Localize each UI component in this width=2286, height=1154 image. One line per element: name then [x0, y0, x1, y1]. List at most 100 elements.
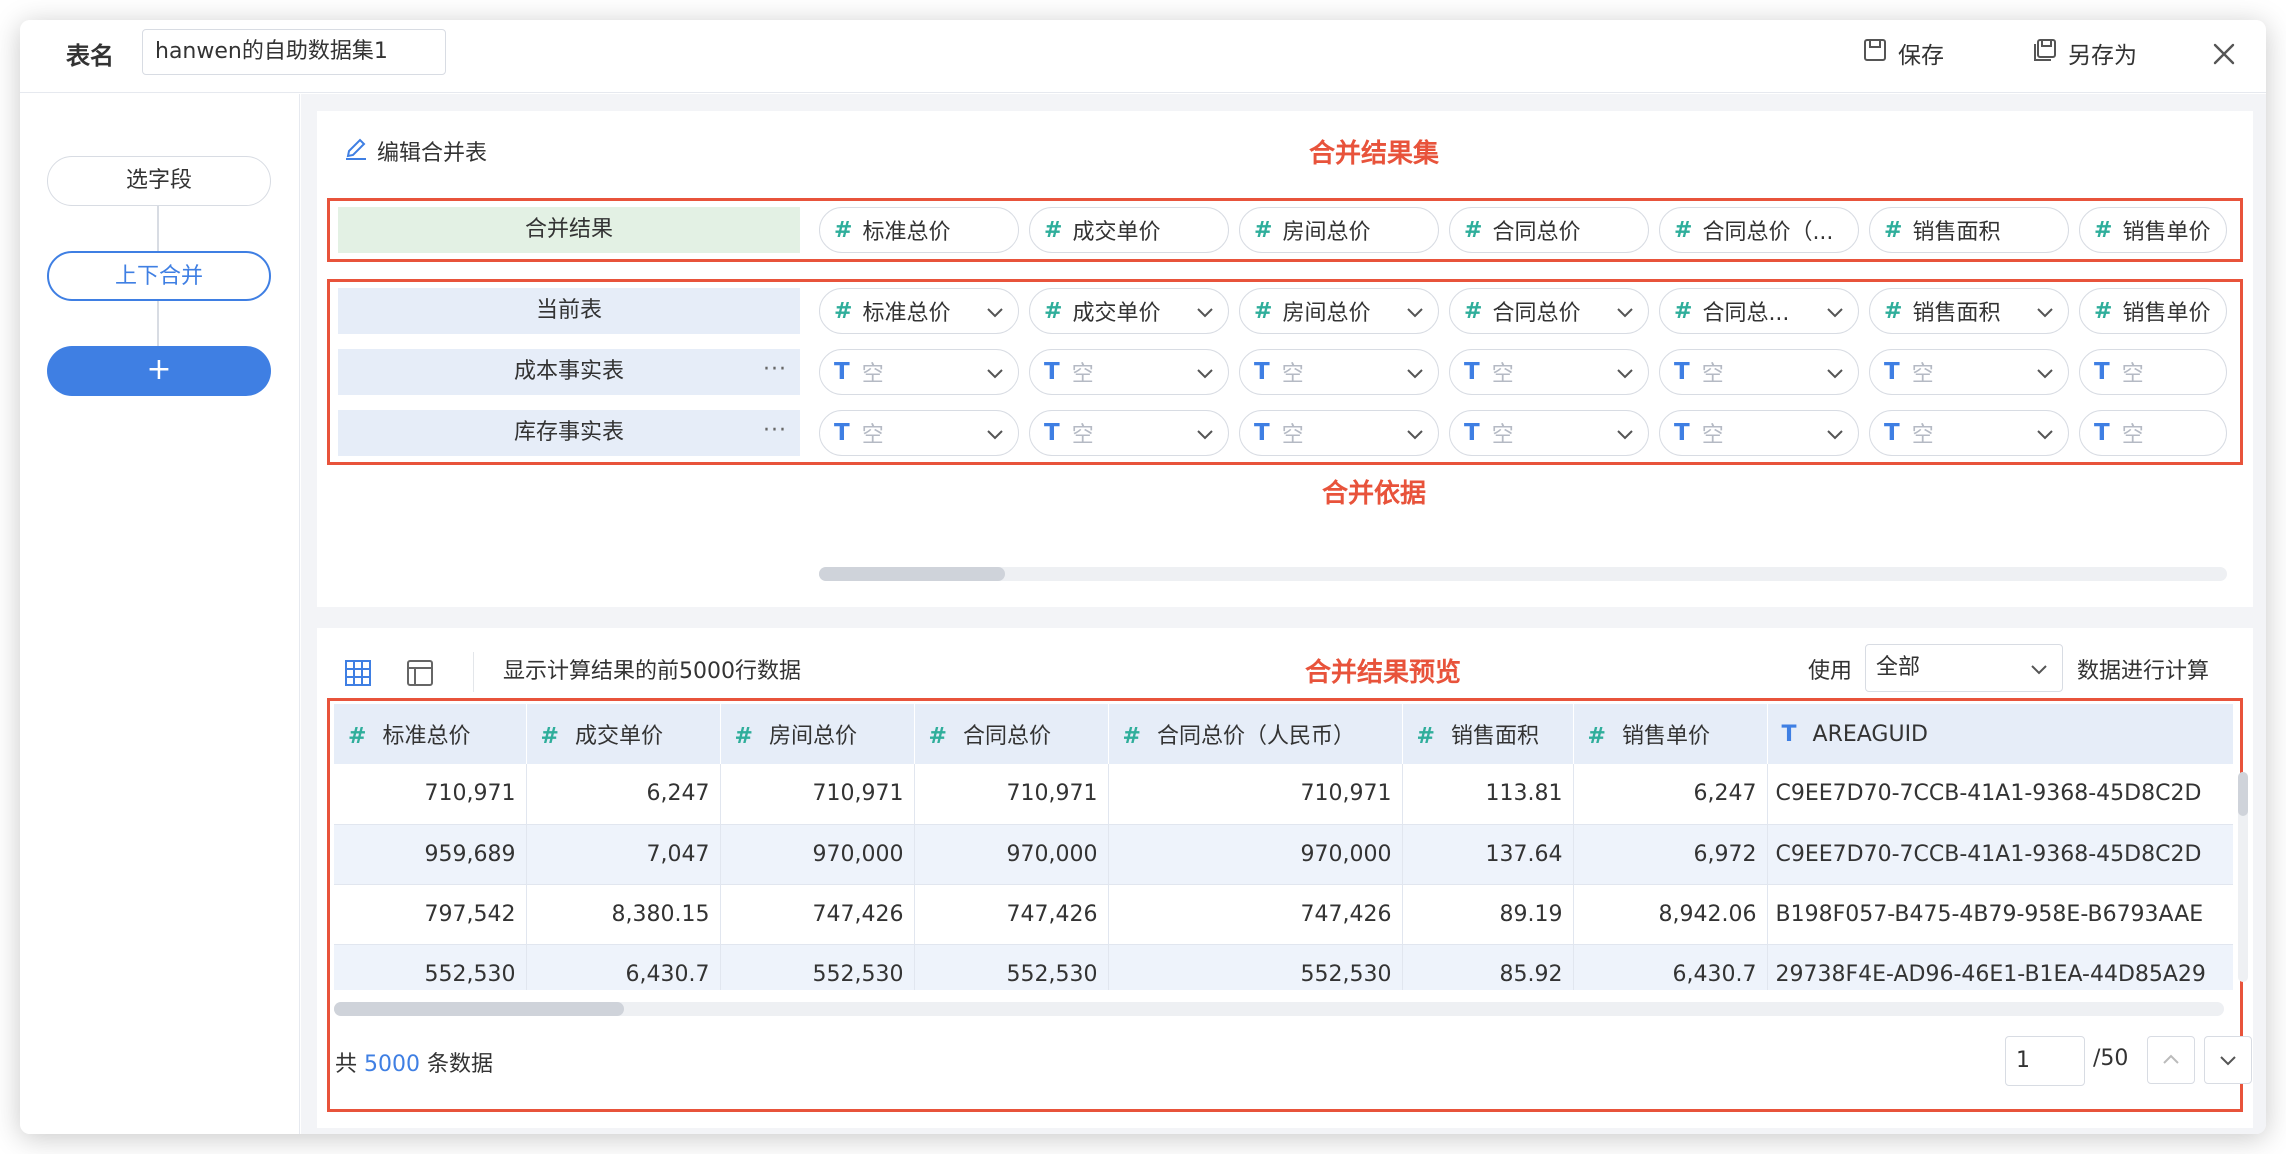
- chevron-down-icon: [1407, 308, 1423, 318]
- result-field-2[interactable]: # 房间总价: [1239, 207, 1439, 253]
- source-row-2-field-0[interactable]: T空: [819, 410, 1019, 456]
- toolbar-divider: [473, 652, 474, 692]
- source-row-1-field-5[interactable]: T空: [1869, 349, 2069, 395]
- result-field-label: 标准总价: [862, 220, 951, 245]
- chevron-down-icon: [2031, 665, 2047, 675]
- save-as-icon: [2032, 36, 2058, 76]
- column-header-label: 标准总价: [382, 724, 471, 749]
- chevron-down-icon: [1617, 308, 1633, 318]
- vertical-scrollbar-thumb[interactable]: [2238, 772, 2248, 816]
- grid-view-icon[interactable]: [343, 658, 373, 688]
- source-row-0-field-5[interactable]: # 销售面积: [1869, 288, 2069, 334]
- data-scope-value: 全部: [1876, 655, 1921, 680]
- result-field-5[interactable]: # 销售面积: [1869, 207, 2069, 253]
- column-header-label: 合同总价: [962, 724, 1051, 749]
- column-header[interactable]: # 标准总价: [334, 704, 527, 764]
- column-header[interactable]: # 合同总价（人民币）: [1108, 704, 1403, 764]
- step-union[interactable]: 上下合并: [47, 251, 271, 301]
- result-field-label: 销售面积: [1912, 220, 2001, 245]
- result-field-0[interactable]: # 标准总价: [819, 207, 1019, 253]
- table-horizontal-scrollbar-thumb[interactable]: [334, 1002, 624, 1016]
- column-header[interactable]: # 销售单价: [1573, 704, 1768, 764]
- source-row-0-field-6[interactable]: # 销售单价: [2079, 288, 2227, 334]
- horizontal-scrollbar[interactable]: [819, 567, 2227, 581]
- edit-union-table[interactable]: 编辑合并表: [343, 135, 487, 167]
- save-as-button[interactable]: 另存为: [2032, 36, 2137, 76]
- data-scope-select[interactable]: 全部: [1865, 644, 2063, 692]
- source-row-1-field-1[interactable]: T空: [1029, 349, 1229, 395]
- column-header-label: AREAGUID: [1812, 721, 1928, 747]
- number-type-icon: #: [734, 724, 753, 749]
- text-type-icon: T: [1674, 420, 1690, 446]
- result-field-4[interactable]: # 合同总价（...: [1659, 207, 1859, 253]
- source-row-1-field-4[interactable]: T空: [1659, 349, 1859, 395]
- chevron-down-icon: [1197, 308, 1213, 318]
- dialog-header: 表名 hanwen的自助数据集1 保存 另存为: [20, 20, 2266, 93]
- chevron-down-icon: [1827, 430, 1843, 440]
- source-row-2-field-2[interactable]: T空: [1239, 410, 1439, 456]
- source-row-2-field-6[interactable]: T空: [2079, 410, 2227, 456]
- text-type-icon: T: [2094, 420, 2110, 446]
- annotation-preview: 合并结果预览: [1305, 658, 1462, 688]
- source-row-0-field-2[interactable]: # 房间总价: [1239, 288, 1439, 334]
- more-options-icon[interactable]: ···: [763, 418, 787, 443]
- text-type-icon: T: [1254, 359, 1270, 385]
- text-type-icon: T: [834, 359, 850, 385]
- column-header-label: 销售面积: [1450, 724, 1539, 749]
- save-label: 保存: [1898, 43, 1944, 69]
- source-row-2-field-3[interactable]: T空: [1449, 410, 1649, 456]
- table-cell: 89.19: [1402, 884, 1574, 945]
- table-row[interactable]: 552,530 6,430.7 552,530 552,530 552,530 85.92…: [334, 944, 2233, 990]
- result-field-6[interactable]: # 销售单价: [2079, 207, 2227, 253]
- step-select-fields[interactable]: 选字段: [47, 156, 271, 206]
- source-table-label: 当前表: [338, 288, 800, 334]
- source-row-1-field-2[interactable]: T空: [1239, 349, 1439, 395]
- text-type-icon: T: [834, 420, 850, 446]
- column-header[interactable]: # 房间总价: [720, 704, 915, 764]
- save-button[interactable]: 保存: [1862, 36, 1944, 76]
- column-header[interactable]: # 合同总价: [914, 704, 1109, 764]
- table-name-input[interactable]: hanwen的自助数据集1: [142, 29, 446, 75]
- result-field-label: 成交单价: [1072, 220, 1161, 245]
- page-number-input[interactable]: 1: [2005, 1036, 2085, 1086]
- source-row-2-field-label: 空: [861, 423, 884, 448]
- table-cell: 710,971: [1108, 764, 1403, 825]
- table-row[interactable]: 959,689 7,047 970,000 970,000 970,000 137.64 6…: [334, 824, 2233, 885]
- table-cell: 137.64: [1402, 824, 1574, 885]
- result-field-3[interactable]: # 合同总价: [1449, 207, 1649, 253]
- source-row-1-field-3[interactable]: T空: [1449, 349, 1649, 395]
- column-header-label: 销售单价: [1621, 724, 1710, 749]
- source-row-2-field-label: 空: [1701, 423, 1724, 448]
- table-cell: 552,530: [720, 944, 915, 990]
- layout-view-icon[interactable]: [405, 658, 435, 688]
- source-row-2-field-1[interactable]: T空: [1029, 410, 1229, 456]
- table-cell: 959,689: [334, 824, 527, 885]
- column-header[interactable]: T AREAGUID: [1767, 704, 2233, 764]
- source-row-1-field-0[interactable]: T空: [819, 349, 1019, 395]
- text-type-icon: T: [1464, 359, 1480, 385]
- source-row-0-field-3[interactable]: # 合同总价: [1449, 288, 1649, 334]
- table-row[interactable]: 710,971 6,247 710,971 710,971 710,971 113.81 6…: [334, 764, 2233, 825]
- source-row-2-field-4[interactable]: T空: [1659, 410, 1859, 456]
- vertical-scrollbar[interactable]: [2238, 772, 2248, 982]
- number-type-icon: #: [834, 298, 853, 324]
- horizontal-scrollbar-thumb[interactable]: [819, 567, 1005, 581]
- source-row-2-field-5[interactable]: T空: [1869, 410, 2069, 456]
- table-horizontal-scrollbar[interactable]: [334, 1002, 2224, 1016]
- add-step-button[interactable]: +: [47, 346, 271, 396]
- close-button[interactable]: [2204, 36, 2244, 76]
- result-field-1[interactable]: # 成交单价: [1029, 207, 1229, 253]
- column-header[interactable]: # 成交单价: [526, 704, 721, 764]
- chevron-down-icon: [2037, 369, 2053, 379]
- union-editor-card: 编辑合并表 合并结果集 合并结果 # 标准总价 # 成交单价 # 房间总价 # 合同总价 # 合同…: [317, 111, 2253, 607]
- source-row-0-field-4[interactable]: # 合同总...: [1659, 288, 1859, 334]
- source-row-0-field-0[interactable]: # 标准总价: [819, 288, 1019, 334]
- source-row-0-field-1[interactable]: # 成交单价: [1029, 288, 1229, 334]
- prev-page-button[interactable]: [2147, 1036, 2195, 1084]
- next-page-button[interactable]: [2204, 1036, 2252, 1084]
- source-row-1-field-6[interactable]: T空: [2079, 349, 2227, 395]
- more-options-icon[interactable]: ···: [763, 357, 787, 382]
- source-row-0-field-label: 合同总...: [1702, 301, 1790, 326]
- table-row[interactable]: 797,542 8,380.15 747,426 747,426 747,426 89.1…: [334, 884, 2233, 945]
- column-header[interactable]: # 销售面积: [1402, 704, 1574, 764]
